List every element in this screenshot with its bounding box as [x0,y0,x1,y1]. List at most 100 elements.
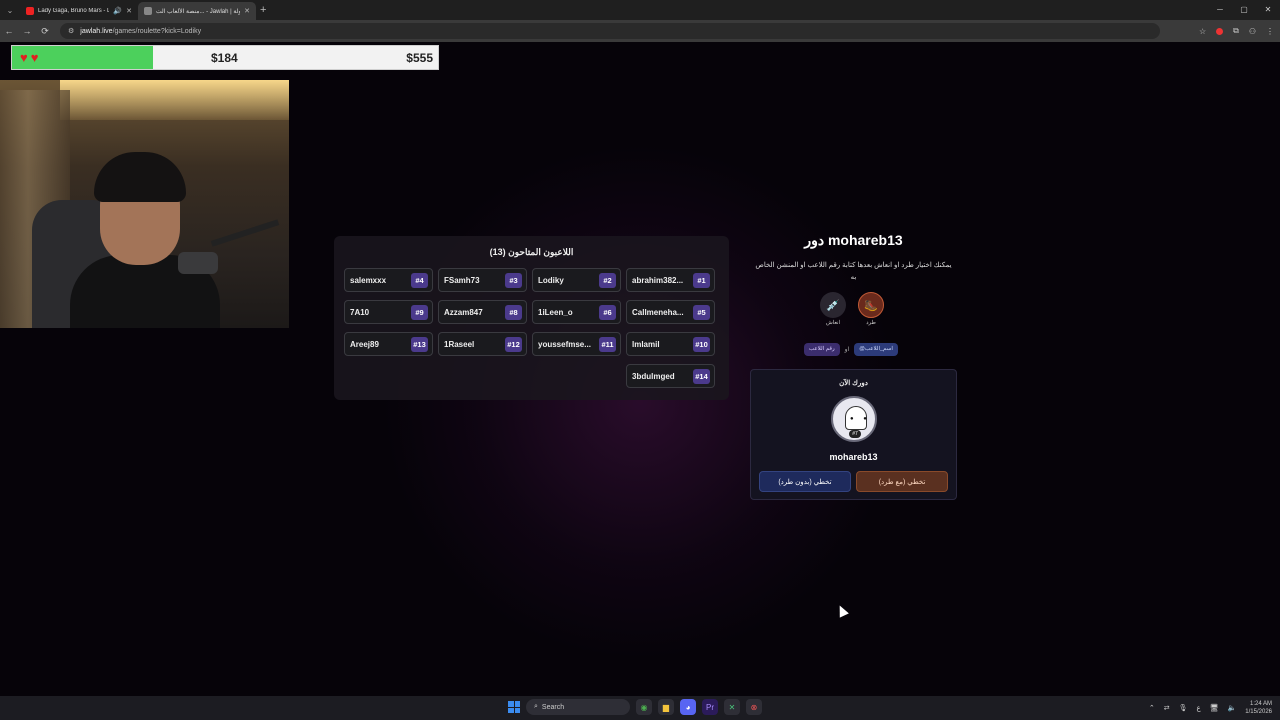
money-progress-bar: ♥ ♥ $184 $555 [11,45,439,70]
player-mention-tag: @اسم_اللاعب [854,342,898,356]
minimize-button[interactable]: ─ [1208,0,1232,20]
player-name: 3bdulmged [632,372,675,381]
player-number-badge: #12 [505,337,522,352]
site-info-icon[interactable]: ⚙ [68,27,74,35]
windows-start-icon[interactable] [508,701,520,713]
kick-action[interactable]: 🥾 طرد [856,292,886,326]
player-number-badge: #9 [411,305,428,320]
new-tab-button[interactable]: + [260,4,266,16]
streamer-hair [94,152,186,202]
game-page: ♥ ♥ $184 $555 اللاعبون المتاحون (13) abr… [0,42,1280,696]
action-choices: 💉 انعاش 🥾 طرد [818,292,898,332]
mic-arm [210,219,280,247]
excel-icon[interactable]: ✕ [724,699,740,715]
extensions-icon[interactable]: ⧉ [1233,26,1239,36]
player-card[interactable]: salemxxx #4 [344,268,433,292]
player-card[interactable]: lmlamil #10 [626,332,715,356]
player-name: Azzam847 [444,308,483,317]
player-card[interactable]: 7A10 #9 [344,300,433,324]
skip-without-kick-button[interactable]: تخطي (بدون طرد) [759,471,851,492]
folder-icon[interactable]: ▆ [658,699,674,715]
player-number-badge: #5 [693,305,710,320]
tab-jawlah[interactable]: منصة الألعاب الت... - Jawlah | جولة ✕ [138,2,256,20]
volume-icon[interactable]: 🔈 [1228,704,1237,712]
jawlah-icon [144,7,152,15]
player-number-badge: #8 [505,305,522,320]
kick-icon: 🥾 [858,292,884,318]
player-card[interactable]: 3bdulmged #14 [626,364,715,388]
player-card[interactable]: 1iLeen_o #6 [532,300,621,324]
player-name: 1Raseel [444,340,475,349]
mouse-cursor [835,603,849,618]
player-number-badge: #11 [599,337,616,352]
speaker-icon[interactable]: 🔊 [113,7,122,15]
taskbar-search[interactable]: ⌕ Search [526,699,630,715]
discord-icon[interactable]: ◕ [680,699,696,715]
tab-title: منصة الألعاب الت... - Jawlah | جولة [156,8,240,15]
turn-description: يمكنك اختيار طرد او انعاش بعدها كتابة رق… [755,262,952,281]
player-card[interactable]: 1Raseel #12 [438,332,527,356]
language-indicator[interactable]: ع [1197,704,1201,712]
available-players-panel: اللاعبون المتاحون (13) abrahim382... #1 Lo… [334,236,729,400]
profile-icon[interactable]: ⚇ [1249,27,1256,36]
close-icon[interactable]: ✕ [126,7,132,15]
player-card[interactable]: FSamh73 #3 [438,268,527,292]
network-icon[interactable]: 🖥 [1210,704,1219,712]
player-card[interactable]: Azzam847 #8 [438,300,527,324]
tab-search-icon[interactable]: ⌄ [0,6,20,15]
heart-icon: ♥ [30,50,39,65]
player-card[interactable]: Areej89 #13 [344,332,433,356]
ceiling-light [60,80,289,120]
app-icon[interactable]: ⊗ [746,699,762,715]
url-field[interactable]: ⚙ jawlah.live/games/roulette?kick=Lodiky [60,23,1160,39]
forward-icon[interactable]: → [18,26,36,36]
avatar-badge: #7 [849,430,861,438]
reload-icon[interactable]: ⟳ [36,26,54,37]
search-icon: ⌕ [534,703,538,710]
kick-label: طرد [866,320,876,326]
revive-action[interactable]: 💉 انعاش [818,292,848,326]
player-name: Lodiky [538,276,564,285]
premiere-icon[interactable]: Pr [702,699,718,715]
chevron-up-icon[interactable]: ⌃ [1149,704,1155,712]
tab-music[interactable]: Lady Gaga, Bruno Mars - D 🔊 ✕ [20,2,138,20]
chrome-icon[interactable]: ◉ [636,699,652,715]
player-card[interactable]: youssefmse... #11 [532,332,621,356]
youtube-icon [26,7,34,15]
mic-icon[interactable]: 🎙 [1179,704,1188,712]
search-label: Search [541,703,565,711]
current-money: $184 [211,51,238,65]
taskbar-apps: ⌕ Search ◉ ▆ ◕ Pr ✕ ⊗ [508,699,762,715]
player-card[interactable]: abrahim382... #1 [626,268,715,292]
bookmark-star-icon[interactable]: ☆ [1199,27,1206,36]
webcam-feed [0,80,289,328]
ghost-eyes: ● ● [850,416,871,422]
player-card[interactable]: Lodiky #2 [532,268,621,292]
avatar: ● ● #7 [831,396,877,442]
player-name: salemxxx [350,276,387,285]
back-icon[interactable]: ← [0,26,18,36]
sync-icon[interactable]: ⇄ [1164,704,1170,712]
url-path: /games/roulette?kick=Lodiky [112,27,202,35]
heart-icon: ♥ [20,50,28,65]
close-icon[interactable]: ✕ [244,7,250,15]
player-card[interactable]: Callmeneha... #5 [626,300,715,324]
current-turn-card: دورك الآن ● ● #7 mohareb13 تخطي (بدون طر… [750,369,957,500]
player-number-badge: #13 [411,337,428,352]
microphone [178,252,218,274]
clock-date: 1/15/2026 [1245,709,1272,715]
url-host: jawlah.live [80,27,113,35]
clock[interactable]: 1:24 AM 1/15/2026 [1245,700,1272,716]
revive-label: انعاش [825,320,841,326]
command-hints: رقم اللاعب او @اسم_اللاعب [804,342,898,356]
taskbar: ⌕ Search ◉ ▆ ◕ Pr ✕ ⊗ ⌃ ⇄ 🎙 ع 🖥 🔈 1:24 A… [0,696,1280,720]
maximize-button[interactable]: ▢ [1232,0,1256,20]
window-close-button[interactable]: ✕ [1256,0,1280,20]
player-name: Callmeneha... [632,308,684,317]
player-number-badge: #4 [411,273,428,288]
menu-icon[interactable]: ⋮ [1266,27,1274,36]
skip-with-kick-button[interactable]: تخطي (مع طرد) [856,471,948,492]
clock-time: 1:24 AM [1249,701,1272,707]
your-turn-label: دورك الآن [839,380,868,387]
recording-icon[interactable] [1216,27,1224,35]
